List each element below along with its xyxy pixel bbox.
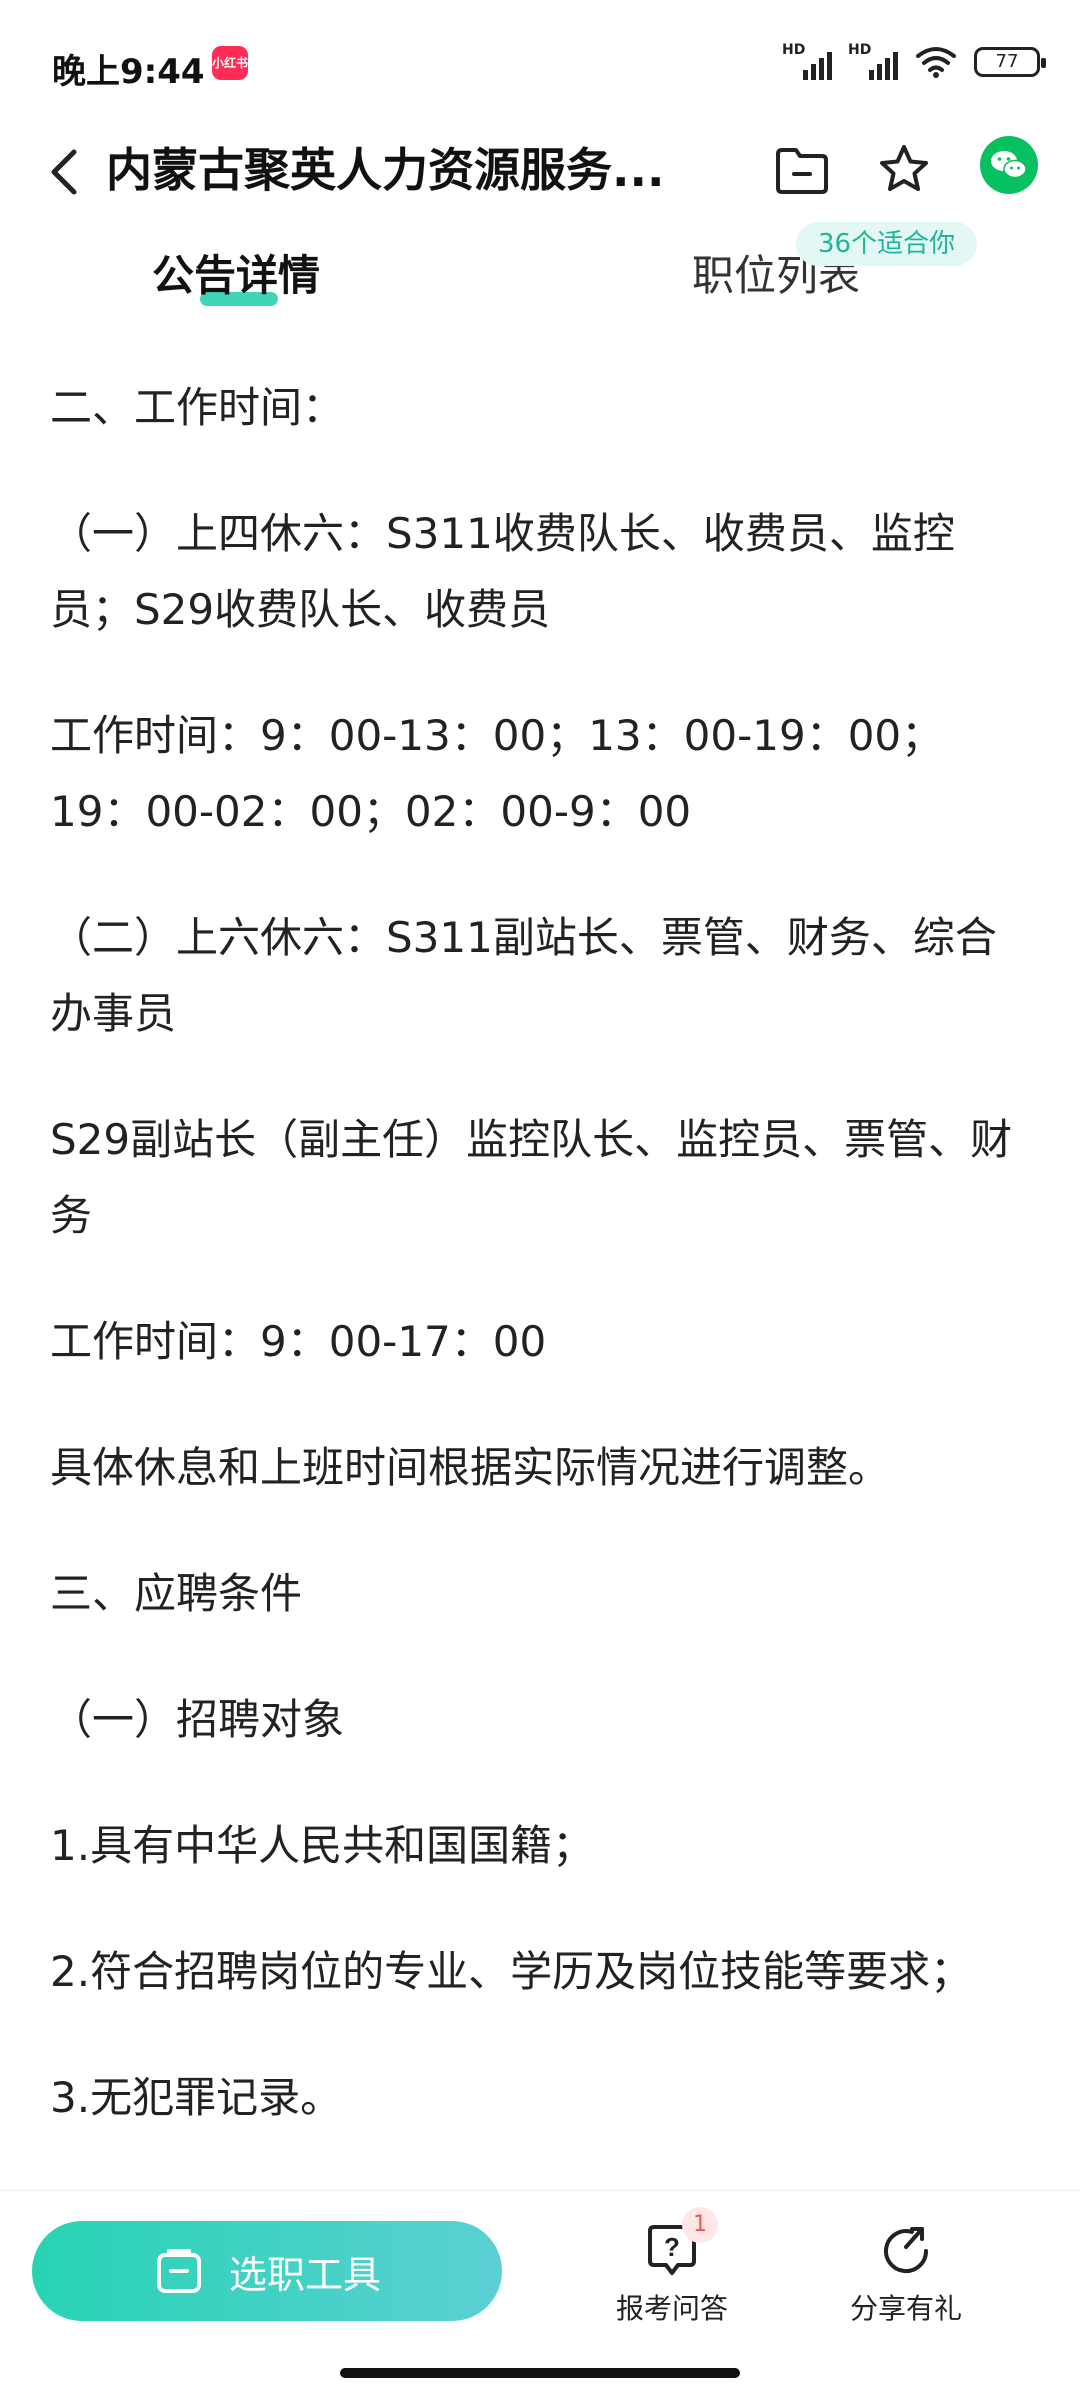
announcement-content: 二、工作时间： （一）上四休六：S311收费队长、收费员、监控员；S29收费队长… bbox=[50, 370, 1030, 2190]
paragraph: 2.符合招聘岗位的专业、学历及岗位技能等要求； bbox=[50, 1947, 973, 1996]
xiaohongshu-app-icon: 小红书 bbox=[212, 46, 248, 80]
matching-positions-badge: 36个适合你 bbox=[796, 222, 978, 266]
favorite-button[interactable] bbox=[862, 128, 946, 212]
chevron-left-icon bbox=[51, 149, 77, 195]
battery-icon: 77 bbox=[974, 47, 1046, 77]
svg-text:?: ? bbox=[664, 2232, 680, 2262]
cell-signal-icon-2: HD bbox=[848, 42, 898, 82]
star-icon bbox=[880, 145, 928, 191]
paragraph: S29副站长（副主任）监控队长、监控员、票管、财务 bbox=[50, 1115, 1013, 1240]
exam-qa-button[interactable]: ? 1 报考问答 bbox=[592, 2207, 752, 2327]
position-selection-tool-button[interactable]: 选职工具 bbox=[32, 2221, 502, 2321]
notification-badge: 1 bbox=[682, 2207, 718, 2243]
wifi-icon bbox=[916, 47, 956, 78]
folder-icon bbox=[776, 148, 828, 194]
wechat-share-button[interactable] bbox=[980, 136, 1038, 194]
folder-button[interactable] bbox=[760, 128, 844, 212]
paragraph: 3.无犯罪记录。 bbox=[50, 2073, 343, 2122]
hd-label-2: HD bbox=[848, 42, 872, 58]
tool-button-label: 选职工具 bbox=[228, 2252, 381, 2297]
paragraph: 具体休息和上班时间根据实际情况进行调整。 bbox=[50, 1443, 891, 1492]
paragraph: （二）上六休六：S311副站长、票管、财务、综合办事员 bbox=[50, 913, 997, 1038]
status-bar: 晚上9:44 小红书 HD HD 77 bbox=[0, 0, 1080, 128]
system-icons: HD HD 77 bbox=[782, 40, 1046, 84]
share-icon bbox=[884, 2227, 929, 2274]
hd-label-1: HD bbox=[782, 42, 806, 58]
paragraph: （一）上四休六：S311收费队长、收费员、监控员；S29收费队长、收费员 bbox=[50, 509, 955, 634]
tab-announcement-details[interactable]: 公告详情 bbox=[152, 246, 320, 306]
qa-icon-wrapper: ? 1 bbox=[642, 2207, 718, 2281]
paragraph: 工作时间：9：00-13：00；13：00-19：00；19：00-02：00；… bbox=[50, 711, 944, 836]
share-icon-wrapper bbox=[876, 2221, 936, 2281]
paragraph: （一）招聘对象 bbox=[50, 1695, 345, 1744]
clipboard-icon bbox=[156, 2249, 201, 2293]
wechat-icon bbox=[991, 151, 1027, 179]
cell-signal-icon-1: HD bbox=[782, 42, 832, 82]
share-reward-button[interactable]: 分享有礼 bbox=[826, 2221, 986, 2327]
status-time: 晚上9:44 bbox=[52, 52, 205, 92]
paragraph: 二、工作时间： bbox=[50, 383, 345, 432]
back-button[interactable] bbox=[44, 130, 104, 210]
page-title: 内蒙古聚英人力资源服务... bbox=[106, 143, 665, 197]
home-indicator[interactable] bbox=[340, 2368, 740, 2378]
share-reward-label: 分享有礼 bbox=[849, 2292, 962, 2325]
paragraph: 三、应聘条件 bbox=[50, 1569, 303, 1618]
paragraph: 1.具有中华人民共和国国籍； bbox=[50, 1821, 595, 1870]
top-navigation-bar: 内蒙古聚英人力资源服务... bbox=[0, 110, 1080, 240]
exam-qa-label: 报考问答 bbox=[615, 2292, 728, 2325]
paragraph: 工作时间：9：00-17：00 bbox=[50, 1317, 547, 1366]
